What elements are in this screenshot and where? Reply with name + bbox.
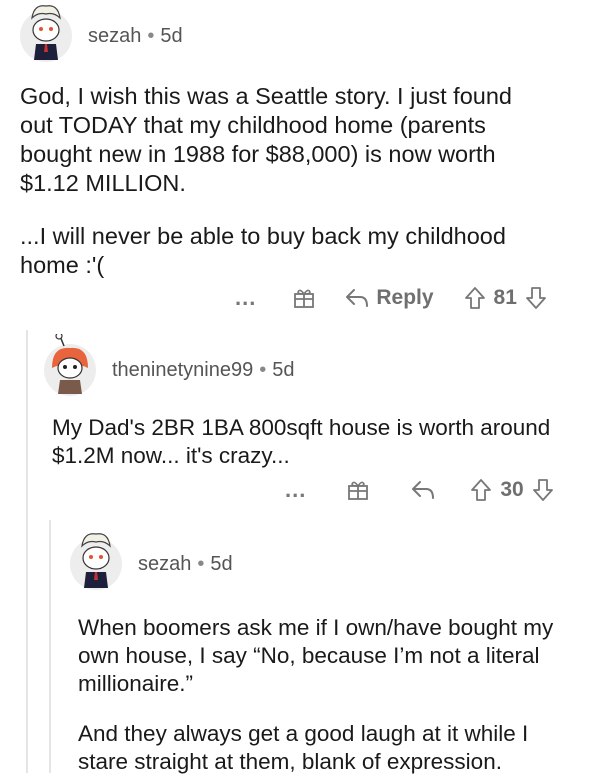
thread-line — [26, 330, 28, 773]
avatar[interactable] — [44, 334, 96, 396]
timestamp: 5d — [272, 358, 295, 381]
gift-icon[interactable] — [346, 478, 370, 502]
gift-icon[interactable] — [292, 286, 316, 310]
comment-2: theninetynine99 • 5d My Dad's 2BR 1BA 800s… — [44, 334, 584, 470]
separator: • — [197, 552, 205, 575]
reply-button[interactable]: Reply — [344, 286, 434, 310]
upvote-icon — [471, 479, 492, 501]
avatar-icon — [31, 5, 61, 60]
reply-icon — [412, 481, 435, 499]
avatar-icon — [52, 334, 88, 394]
reply-icon — [346, 289, 369, 307]
reply-label: Reply — [376, 286, 434, 309]
comment-header: theninetynine99 • 5d — [44, 334, 584, 396]
comment-body: When boomers ask me if I own/have bought… — [78, 614, 578, 776]
comment-body: My Dad's 2BR 1BA 800sqft house is worth … — [52, 414, 552, 470]
comment-paragraph: ...I will never be able to buy back my c… — [20, 223, 506, 278]
comment-body: God, I wish this was a Seattle story. I … — [20, 82, 540, 280]
comment-meta: sezah • 5d — [138, 553, 233, 576]
upvote-button[interactable] — [464, 286, 486, 310]
comment-paragraph: God, I wish this was a Seattle story. I … — [20, 83, 512, 196]
thread-line — [49, 520, 51, 773]
comment-paragraph: My Dad's 2BR 1BA 800sqft house is worth … — [52, 415, 551, 468]
more-icon[interactable]: ... — [235, 285, 256, 311]
downvote-button[interactable] — [525, 286, 547, 310]
comment-1: sezah • 5d God, I wish this was a Seattle … — [20, 5, 580, 280]
comment-meta: theninetynine99 • 5d — [112, 359, 295, 382]
username[interactable]: sezah — [138, 553, 191, 575]
separator: • — [147, 24, 155, 47]
vote-count: 81 — [493, 286, 517, 309]
comment-3: sezah • 5d When boomers ask me if I own/ha… — [70, 533, 585, 776]
comment-header: sezah • 5d — [70, 533, 585, 590]
reply-button[interactable] — [410, 479, 436, 501]
username[interactable]: sezah — [88, 25, 141, 47]
comment-actions: ... 30 — [285, 476, 575, 504]
comment-paragraph: And they always get a good laugh at it w… — [78, 721, 529, 774]
downvote-icon — [525, 287, 546, 309]
avatar[interactable] — [20, 5, 72, 62]
comment-meta: sezah • 5d — [88, 25, 183, 48]
separator: • — [259, 358, 267, 381]
vote-count: 30 — [500, 478, 524, 501]
more-icon[interactable]: ... — [285, 477, 306, 503]
upvote-icon — [464, 287, 485, 309]
timestamp: 5d — [160, 24, 183, 47]
upvote-button[interactable] — [470, 478, 492, 502]
downvote-button[interactable] — [532, 478, 554, 502]
comment-header: sezah • 5d — [20, 5, 580, 62]
username[interactable]: theninetynine99 — [112, 359, 253, 381]
avatar-icon — [81, 533, 111, 588]
comment-paragraph: When boomers ask me if I own/have bought… — [78, 615, 554, 696]
avatar[interactable] — [70, 533, 122, 590]
timestamp: 5d — [210, 552, 233, 575]
downvote-icon — [532, 479, 553, 501]
comment-actions: ... Reply 81 — [235, 284, 575, 312]
